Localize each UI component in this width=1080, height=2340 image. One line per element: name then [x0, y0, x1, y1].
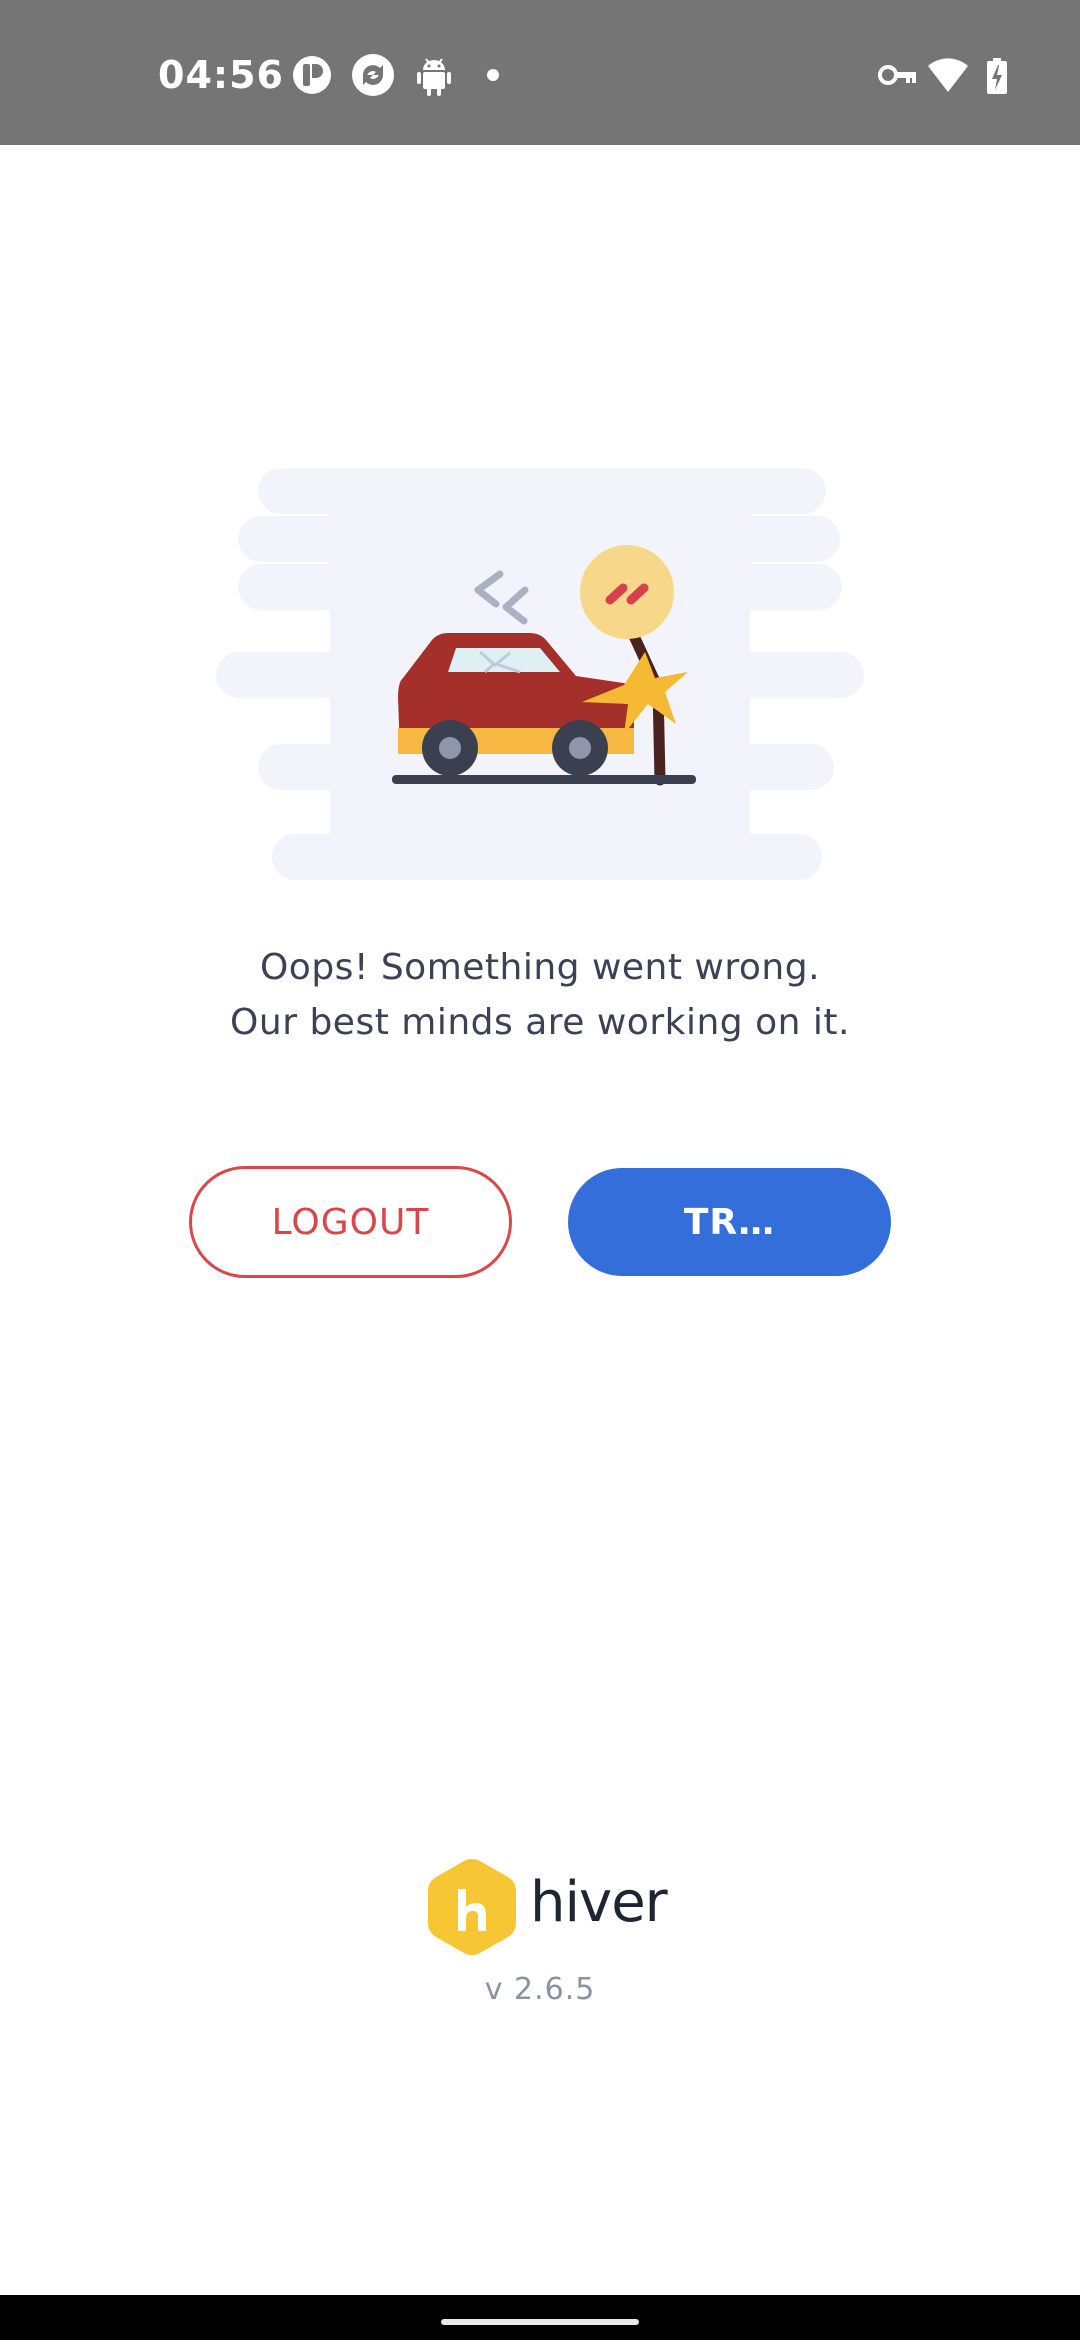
status-time: 04:56	[158, 53, 284, 97]
battery-charging-icon	[987, 58, 1007, 94]
error-message-line1: Oops! Something went wrong.	[259, 947, 821, 988]
wifi-icon	[928, 58, 968, 92]
error-message-line2: Our best minds are working on it.	[230, 1002, 850, 1043]
home-gesture-handle[interactable]	[441, 2319, 639, 2325]
outline-app-icon	[293, 56, 331, 94]
notification-dot-icon	[487, 69, 499, 81]
navigation-bar	[0, 2295, 1080, 2340]
brand-name: hiver	[530, 1870, 668, 1935]
logout-button-label: LOGOUT	[271, 1201, 430, 1243]
vpn-key-icon	[878, 65, 916, 85]
status-bar: 04:56	[0, 0, 1080, 145]
hiver-logo-icon	[428, 1859, 516, 1955]
brand-logo: hiver	[424, 1855, 668, 1959]
try-again-button-label: TR…	[683, 1201, 776, 1243]
car-crash-illustration	[216, 468, 864, 880]
ground-line	[392, 775, 696, 784]
error-message: Oops! Something went wrong. Our best min…	[0, 940, 1080, 1050]
sync-app-icon	[352, 54, 394, 96]
app-version: v 2.6.5	[484, 1972, 596, 2007]
android-icon	[417, 58, 451, 96]
try-again-button[interactable]: TR…	[568, 1168, 891, 1276]
logout-button[interactable]: LOGOUT	[189, 1166, 512, 1278]
